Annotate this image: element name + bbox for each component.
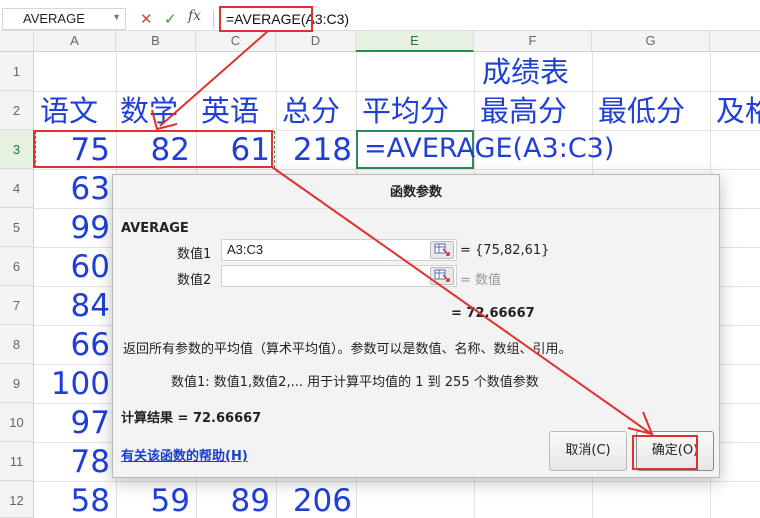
function-name: AVERAGE bbox=[121, 221, 189, 236]
arg2-label: 数值2 bbox=[177, 273, 212, 288]
dialog-title: 函数参数 bbox=[113, 175, 719, 209]
ok-button[interactable]: 确定(O) bbox=[636, 431, 714, 471]
arg1-input[interactable]: A3:C3 bbox=[221, 239, 457, 261]
cell-d3[interactable]: 218 bbox=[276, 131, 352, 169]
arg2-collapse-button[interactable] bbox=[430, 267, 454, 285]
row-header-10[interactable]: 10 bbox=[0, 403, 34, 442]
sheet-title[interactable]: 成绩表 bbox=[482, 53, 569, 91]
row-header-9[interactable]: 9 bbox=[0, 364, 34, 403]
header-english[interactable]: 英语 bbox=[201, 92, 259, 130]
column-header-c[interactable]: C bbox=[196, 31, 276, 52]
cell-b12[interactable]: 59 bbox=[116, 482, 190, 518]
parameter-description: 数值1: 数值1,数值2,... 用于计算平均值的 1 到 255 个数值参数 bbox=[171, 375, 539, 390]
header-lowest[interactable]: 最低分 bbox=[598, 92, 685, 130]
header-total[interactable]: 总分 bbox=[282, 92, 340, 130]
column-header-f[interactable]: F bbox=[474, 31, 592, 52]
arg2-input[interactable] bbox=[221, 265, 457, 287]
header-pass[interactable]: 及格 bbox=[716, 92, 760, 130]
grid-line bbox=[34, 169, 760, 170]
cell-a6[interactable]: 60 bbox=[34, 248, 110, 286]
cell-d12[interactable]: 206 bbox=[276, 482, 352, 518]
arg1-label: 数值1 bbox=[177, 247, 212, 262]
active-cell-e3[interactable]: =AVERAGE(A3:C3) bbox=[356, 130, 614, 169]
header-math[interactable]: 数学 bbox=[120, 92, 178, 130]
confirm-formula-icon[interactable]: ✓ bbox=[164, 8, 177, 30]
name-box-value: AVERAGE bbox=[23, 11, 85, 26]
column-header-e[interactable]: E bbox=[356, 31, 474, 52]
cell-a9[interactable]: 100 bbox=[34, 365, 110, 403]
formula-input[interactable]: =AVERAGE(A3:C3) bbox=[226, 9, 349, 30]
column-header-h[interactable] bbox=[710, 31, 760, 52]
cancel-formula-icon[interactable]: ✕ bbox=[140, 8, 153, 30]
cancel-button[interactable]: 取消(C) bbox=[549, 431, 627, 471]
select-all-corner[interactable] bbox=[0, 31, 34, 52]
formula-bar: AVERAGE ▼ ✕ ✓ fx =AVERAGE(A3:C3) bbox=[0, 0, 760, 31]
spreadsheet-app: AVERAGE ▼ ✕ ✓ fx =AVERAGE(A3:C3) A B C D… bbox=[0, 0, 760, 518]
reference-range-marquee bbox=[35, 131, 275, 168]
column-header-g[interactable]: G bbox=[592, 31, 710, 52]
header-average[interactable]: 平均分 bbox=[362, 92, 449, 130]
row-header-7[interactable]: 7 bbox=[0, 286, 34, 325]
header-chinese[interactable]: 语文 bbox=[40, 92, 98, 130]
chevron-down-icon[interactable]: ▼ bbox=[112, 12, 121, 22]
row-header-1[interactable]: 1 bbox=[0, 52, 34, 91]
column-header-d[interactable]: D bbox=[276, 31, 356, 52]
cell-a11[interactable]: 78 bbox=[34, 443, 110, 481]
row-header-4[interactable]: 4 bbox=[0, 169, 34, 208]
cell-a7[interactable]: 84 bbox=[34, 287, 110, 325]
cell-a10[interactable]: 97 bbox=[34, 404, 110, 442]
cell-c12[interactable]: 89 bbox=[196, 482, 270, 518]
row-header-5[interactable]: 5 bbox=[0, 208, 34, 247]
arg1-collapse-button[interactable] bbox=[430, 241, 454, 259]
function-help-link[interactable]: 有关该函数的帮助(H) bbox=[121, 445, 248, 464]
insert-function-icon[interactable]: fx bbox=[188, 8, 201, 24]
arg2-result: = 数值 bbox=[460, 273, 502, 288]
row-header-3[interactable]: 3 bbox=[0, 130, 34, 169]
cell-a8[interactable]: 66 bbox=[34, 326, 110, 364]
name-box[interactable]: AVERAGE ▼ bbox=[2, 8, 126, 30]
cell-a4[interactable]: 63 bbox=[34, 170, 110, 208]
row-header-8[interactable]: 8 bbox=[0, 325, 34, 364]
function-description: 返回所有参数的平均值（算术平均值）。参数可以是数值、名称、数组、引用。 bbox=[123, 342, 572, 357]
function-result: = 72.66667 bbox=[451, 306, 535, 321]
row-header-2[interactable]: 2 bbox=[0, 91, 34, 130]
header-highest[interactable]: 最高分 bbox=[480, 92, 567, 130]
column-header-a[interactable]: A bbox=[34, 31, 116, 52]
range-select-icon bbox=[434, 243, 450, 256]
range-select-icon bbox=[434, 269, 450, 282]
arg1-result: = {75,82,61} bbox=[460, 243, 550, 258]
cell-a12[interactable]: 58 bbox=[34, 482, 110, 518]
row-header-6[interactable]: 6 bbox=[0, 247, 34, 286]
function-arguments-dialog: 函数参数 AVERAGE 数值1 A3:C3 = {75,82,61} 数值2 … bbox=[112, 174, 720, 478]
calculation-result: 计算结果 = 72.66667 bbox=[121, 411, 262, 426]
column-header-b[interactable]: B bbox=[116, 31, 196, 52]
row-header-12[interactable]: 12 bbox=[0, 481, 34, 518]
row-header-11[interactable]: 11 bbox=[0, 442, 34, 481]
cell-a5[interactable]: 99 bbox=[34, 209, 110, 247]
divider bbox=[213, 10, 214, 28]
